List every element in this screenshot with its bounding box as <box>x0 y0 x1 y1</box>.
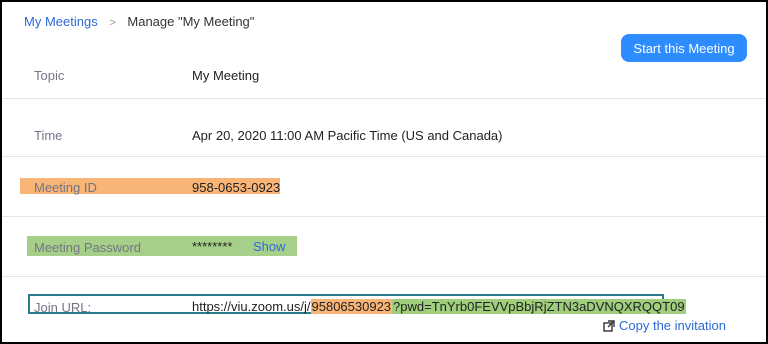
copy-invitation-icon <box>603 319 615 332</box>
time-value: Apr 20, 2020 11:00 AM Pacific Time (US a… <box>192 128 503 143</box>
breadcrumb-current: Manage "My Meeting" <box>127 14 255 29</box>
meeting-id-value: 958-0653-0923 <box>192 180 281 195</box>
meeting-password-label: Meeting Password <box>34 240 141 255</box>
join-url-meeting-id: 95806530923 <box>310 299 393 314</box>
start-meeting-button[interactable]: Start this Meeting <box>621 34 747 62</box>
divider <box>2 156 766 157</box>
breadcrumb-my-meetings-link[interactable]: My Meetings <box>24 14 98 29</box>
join-url-label: Join URL: <box>34 300 92 315</box>
show-password-link[interactable]: Show <box>253 239 286 254</box>
meeting-detail-panel: My Meetings > Manage "My Meeting" Start … <box>0 0 768 344</box>
breadcrumb-separator: > <box>109 17 116 29</box>
join-url-prefix: https://viu.zoom.us/j/ <box>192 299 311 314</box>
time-label: Time <box>34 128 63 143</box>
divider <box>2 98 766 99</box>
topic-value: My Meeting <box>192 68 260 83</box>
topic-label: Topic <box>34 68 65 83</box>
copy-invitation-label: Copy the invitation <box>619 318 726 333</box>
copy-invitation-link[interactable]: Copy the invitation <box>603 318 726 333</box>
join-url-link[interactable]: https://viu.zoom.us/j/95806530923 ?pwd=Tn… <box>192 299 686 314</box>
join-url-password: ?pwd=TnYrb0FEVVpBbjRjZTN3aDVNQXRQQT09 <box>392 299 686 314</box>
breadcrumb: My Meetings > Manage "My Meeting" <box>24 14 254 29</box>
meeting-password-value: ******** <box>192 239 233 254</box>
divider <box>2 216 766 217</box>
meeting-id-label: Meeting ID <box>34 180 97 195</box>
divider <box>2 276 766 277</box>
